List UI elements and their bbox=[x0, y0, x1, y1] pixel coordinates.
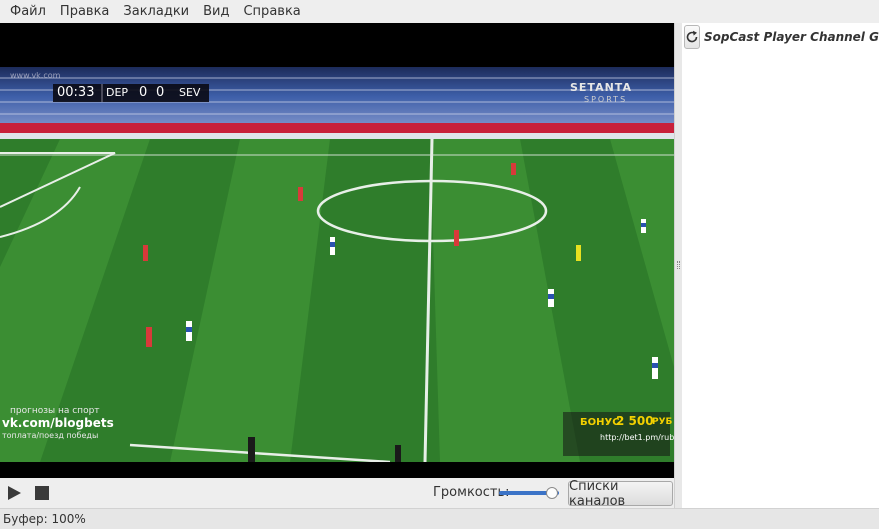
score-home-team: DEP bbox=[106, 86, 129, 99]
volume-knob[interactable] bbox=[546, 487, 558, 499]
menu-bookmarks[interactable]: Закладки bbox=[116, 0, 196, 23]
score-away: 0 bbox=[156, 85, 165, 100]
score-time: 00:33 bbox=[57, 85, 95, 100]
menu-edit[interactable]: Правка bbox=[53, 0, 116, 23]
promo-right-amount: 2 500 bbox=[616, 414, 654, 428]
pane-splitter[interactable] bbox=[674, 23, 682, 508]
channel-guide-title: SopCast Player Channel Guide bbox=[704, 30, 879, 44]
channel-lists-button[interactable]: Списки каналов bbox=[568, 479, 673, 509]
football-pitch-image bbox=[0, 67, 674, 462]
volume-slider[interactable] bbox=[499, 487, 564, 499]
channel-guide-panel: SopCast Player Channel Guide bbox=[682, 23, 879, 508]
splitter-grip-icon bbox=[677, 261, 680, 269]
watermark: www.vk.com bbox=[10, 71, 61, 80]
menu-file[interactable]: Файл bbox=[3, 0, 53, 23]
promo-left-line3: топлата/поезд победы bbox=[2, 431, 99, 440]
video-player[interactable]: 00:33 DEP 0 0 SEV SETANTA SPORTS www.vk.… bbox=[0, 23, 674, 478]
playback-controls: Громкость: Списки каналов bbox=[0, 478, 674, 509]
stop-icon[interactable] bbox=[35, 486, 49, 500]
status-bar: Буфер: 100% bbox=[0, 508, 879, 529]
promo-left-line1: прогнозы на спорт bbox=[10, 406, 100, 416]
refresh-button[interactable] bbox=[684, 25, 700, 49]
menu-help[interactable]: Справка bbox=[236, 0, 307, 23]
refresh-icon bbox=[686, 30, 698, 43]
score-away-team: SEV bbox=[179, 86, 201, 99]
menu-view[interactable]: Вид bbox=[196, 0, 236, 23]
promo-right-currency: РУБ bbox=[652, 417, 673, 427]
channel-guide-header: SopCast Player Channel Guide bbox=[682, 23, 879, 51]
broadcaster-logo-sub: SPORTS bbox=[584, 95, 628, 104]
promo-left-line2: vk.com/blogbets bbox=[2, 416, 114, 430]
video-frame: 00:33 DEP 0 0 SEV SETANTA SPORTS www.vk.… bbox=[0, 67, 674, 462]
score-home: 0 bbox=[139, 85, 148, 100]
promo-right-url: http://bet1.pm/rub bbox=[600, 433, 674, 442]
play-icon[interactable] bbox=[5, 484, 23, 502]
promo-right-label: БОНУС bbox=[580, 417, 620, 428]
broadcaster-logo: SETANTA bbox=[570, 81, 632, 94]
menu-bar: Файл Правка Закладки Вид Справка bbox=[0, 0, 879, 23]
